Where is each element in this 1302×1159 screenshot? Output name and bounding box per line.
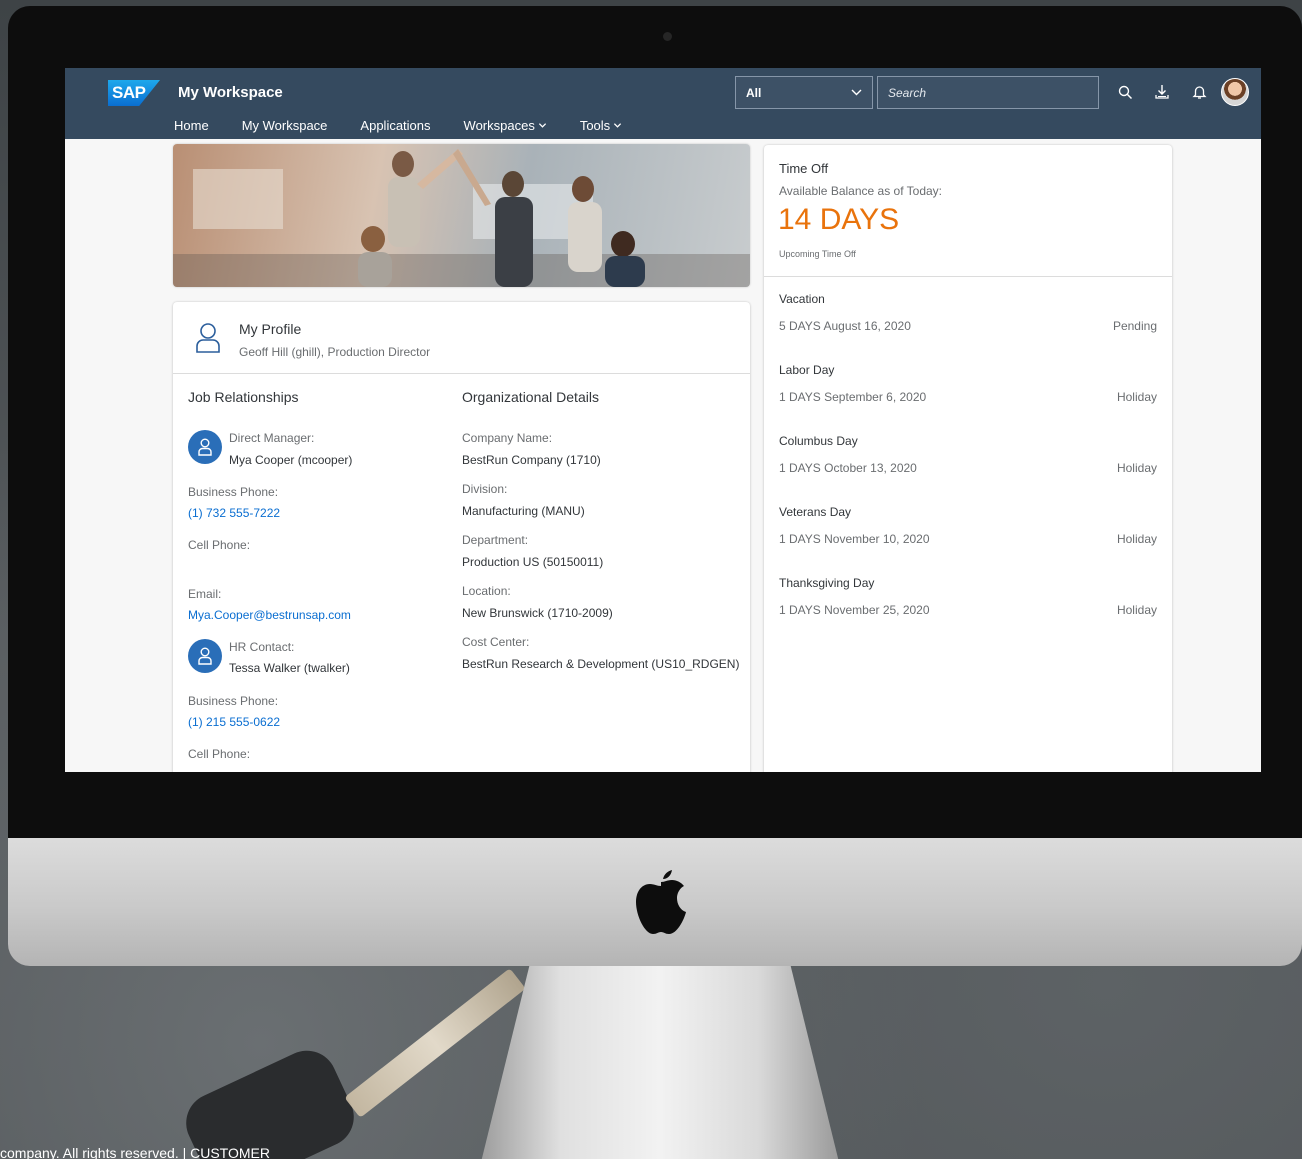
hr-business-phone-label: Business Phone: <box>188 694 279 708</box>
manager-business-phone-link[interactable]: (1) 732 555-7222 <box>188 506 280 520</box>
manager-email-link[interactable]: Mya.Cooper@bestrunsap.com <box>188 608 351 622</box>
footer-copyright: company. All rights reserved. | CUSTOMER <box>0 1145 270 1159</box>
hr-contact-name[interactable]: Tessa Walker (twalker) <box>229 661 350 675</box>
nav-item-label: Home <box>174 118 209 133</box>
app-title: My Workspace <box>178 84 283 101</box>
sap-logo[interactable]: SAP <box>108 80 160 106</box>
time-off-item-date: 1 DAYS October 13, 2020 <box>779 461 917 475</box>
screen: SAP My Workspace All Search Home My Work… <box>65 68 1261 772</box>
chevron-down-icon <box>614 123 622 128</box>
nav-item-label: My Workspace <box>241 118 328 133</box>
profile-card: My Profile Geoff Hill (ghill), Productio… <box>173 302 750 772</box>
time-off-item[interactable]: Thanksgiving Day 1 DAYS November 25, 202… <box>764 576 1172 647</box>
time-off-item-date: 1 DAYS September 6, 2020 <box>779 390 927 404</box>
hr-business-phone-link[interactable]: (1) 215 555-0622 <box>188 715 280 729</box>
manager-email-label: Email: <box>188 587 222 601</box>
manager-cell-phone-label: Cell Phone: <box>188 538 251 552</box>
time-off-item-date: 1 DAYS November 25, 2020 <box>779 603 930 617</box>
nav-item-workspaces[interactable]: Workspaces <box>464 118 547 133</box>
time-off-item-date: 5 DAYS August 16, 2020 <box>779 319 911 333</box>
profile-subtitle: Geoff Hill (ghill), Production Director <box>239 345 431 359</box>
profile-header[interactable]: My Profile Geoff Hill (ghill), Productio… <box>173 302 750 374</box>
person-icon <box>198 438 212 456</box>
time-off-item-status: Holiday <box>1116 603 1157 617</box>
department-label: Department: <box>462 533 529 547</box>
division-label: Division: <box>462 482 508 496</box>
cost-center-value: BestRun Research & Development (US10_RDG… <box>462 657 740 671</box>
search-input[interactable]: Search <box>877 76 1099 109</box>
time-off-card: Time Off Available Balance as of Today: … <box>764 145 1172 772</box>
nav-item-label: Applications <box>360 118 431 133</box>
time-off-item-name: Columbus Day <box>779 434 858 448</box>
time-off-item-name: Labor Day <box>779 363 835 377</box>
time-off-item-status: Pending <box>1112 319 1157 333</box>
location-label: Location: <box>462 584 511 598</box>
job-relationships-title: Job Relationships <box>188 389 299 405</box>
person-icon <box>198 647 212 665</box>
bell-icon[interactable] <box>1189 82 1209 102</box>
time-off-header[interactable]: Time Off Available Balance as of Today: … <box>764 145 1172 277</box>
time-off-item-status: Holiday <box>1116 390 1157 404</box>
balance-value: 14 DAYS <box>778 203 900 236</box>
page-content: My Profile Geoff Hill (ghill), Productio… <box>65 139 1261 772</box>
shell-bar: SAP My Workspace All Search Home My Work… <box>65 68 1261 139</box>
manager-avatar[interactable] <box>188 430 222 464</box>
search-scope-select[interactable]: All <box>735 76 873 109</box>
person-icon <box>196 323 220 353</box>
upcoming-label: Upcoming Time Off <box>779 249 856 259</box>
time-off-item-status: Holiday <box>1116 461 1157 475</box>
hr-cell-phone-label: Cell Phone: <box>188 747 251 761</box>
location-value: New Brunswick (1710-2009) <box>462 606 613 620</box>
cost-center-label: Cost Center: <box>462 635 530 649</box>
time-off-item-name: Veterans Day <box>779 505 852 519</box>
user-avatar[interactable] <box>1221 78 1249 106</box>
apple-logo <box>636 870 686 934</box>
chevron-down-icon <box>851 89 862 96</box>
time-off-item-name: Thanksgiving Day <box>779 576 875 590</box>
nav-item-my-workspace[interactable]: My Workspace <box>242 118 328 133</box>
nav-item-label: Tools <box>579 118 611 133</box>
manager-business-phone-label: Business Phone: <box>188 485 279 499</box>
department-value: Production US (50150011) <box>462 555 604 569</box>
manager-name[interactable]: Mya Cooper (mcooper) <box>229 453 352 467</box>
top-navigation: Home My Workspace Applications Workspace… <box>174 118 655 133</box>
nav-item-applications[interactable]: Applications <box>360 118 430 133</box>
profile-title: My Profile <box>239 321 302 337</box>
search-icon[interactable] <box>1115 82 1135 102</box>
hero-illustration <box>173 149 750 287</box>
chevron-down-icon <box>538 123 546 128</box>
balance-label: Available Balance as of Today: <box>779 184 943 198</box>
nav-item-tools[interactable]: Tools <box>580 118 622 133</box>
time-off-item-date: 1 DAYS November 10, 2020 <box>779 532 930 546</box>
time-off-item[interactable]: Veterans Day 1 DAYS November 10, 2020 Ho… <box>764 505 1172 576</box>
nav-item-home[interactable]: Home <box>174 118 209 133</box>
manager-label: Direct Manager: <box>229 431 315 445</box>
time-off-item-status: Holiday <box>1116 532 1157 546</box>
time-off-item[interactable]: Vacation 5 DAYS August 16, 2020 Pending <box>764 292 1172 363</box>
time-off-item[interactable]: Labor Day 1 DAYS September 6, 2020 Holid… <box>764 363 1172 434</box>
hero-image <box>173 144 750 287</box>
org-details-title: Organizational Details <box>462 389 599 405</box>
download-icon[interactable] <box>1152 82 1172 102</box>
nav-item-label: Workspaces <box>463 118 535 133</box>
time-off-item-name: Vacation <box>779 292 825 306</box>
division-value: Manufacturing (MANU) <box>462 504 585 518</box>
company-name-label: Company Name: <box>462 431 553 445</box>
time-off-item[interactable]: Columbus Day 1 DAYS October 13, 2020 Hol… <box>764 434 1172 505</box>
camera <box>663 32 672 41</box>
hr-contact-label: HR Contact: <box>229 640 295 654</box>
company-name-value: BestRun Company (1710) <box>462 453 601 467</box>
search-scope-value: All <box>746 85 762 100</box>
hr-avatar[interactable] <box>188 639 222 673</box>
time-off-title: Time Off <box>779 161 829 176</box>
